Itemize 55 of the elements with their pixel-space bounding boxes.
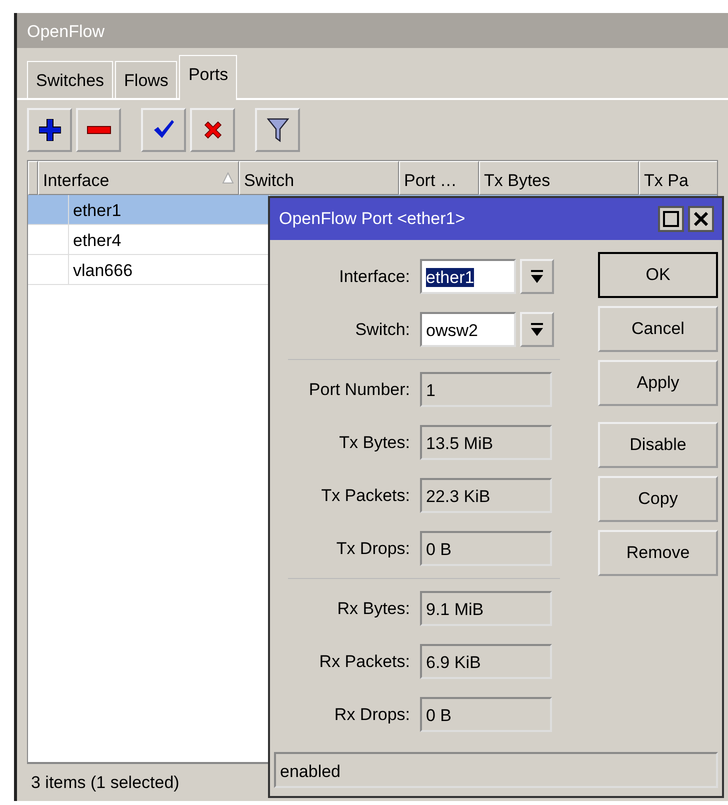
field-label: Interface: [338,266,411,288]
dialog-button[interactable]: Remove [598,530,718,576]
maximize-button[interactable] [658,206,684,232]
filter-button[interactable] [255,108,300,152]
value-field: 9.1 MiB [420,591,552,626]
tab[interactable]: Flows [115,61,178,98]
column-header[interactable]: Interface [38,160,239,194]
dialog-button[interactable]: OK [598,252,718,298]
table-cell: ether4 [73,230,122,250]
minus-icon [86,126,110,134]
field-label: Tx Packets: [320,484,411,507]
dialog-title: OpenFlow Port <ether1> [279,208,466,230]
dropdown-button[interactable] [520,312,554,347]
dialog-button[interactable]: Disable [598,422,718,468]
dropdown-button[interactable] [520,259,554,294]
value-field: 6.9 KiB [420,644,552,679]
dialog-button[interactable]: Apply [598,360,718,406]
enable-button[interactable] [141,108,186,152]
value-field: 13.5 MiB [420,425,552,460]
column-header[interactable]: Switch [239,160,399,194]
filter-icon [266,118,288,142]
value-field: 0 B [420,531,552,566]
x-icon [202,120,222,140]
dropdown-arrow-icon [530,322,544,338]
table-cell: vlan666 [73,260,133,280]
maximize-icon [663,211,679,227]
field-label: Tx Bytes: [338,432,411,454]
check-icon [152,120,174,140]
dropdown-field[interactable]: ether1 [420,259,516,294]
remove-button[interactable] [76,108,121,152]
close-button[interactable] [688,206,714,232]
field-label: Rx Bytes: [336,598,411,620]
field-label: Port Number: [308,378,411,401]
disable-button[interactable] [190,108,235,152]
tab[interactable]: Switches [27,61,114,98]
value-field: 1 [420,372,552,407]
dropdown-field[interactable]: owsw2 [420,312,516,347]
dialog-button[interactable]: Cancel [598,306,718,352]
table-cell: ether1 [73,200,122,220]
window-title: OpenFlow [17,13,728,48]
tab[interactable]: Ports [179,55,238,100]
field-label: Tx Drops: [335,538,411,560]
column-header[interactable]: Port … [399,160,479,194]
value-field: 22.3 KiB [420,478,552,513]
close-icon [694,212,708,226]
dropdown-arrow-icon [530,268,544,284]
field-label: Rx Drops: [333,704,411,726]
add-button[interactable] [27,108,72,152]
field-label: Switch: [354,318,411,341]
value-field: 0 B [420,697,552,732]
field-label: Rx Packets: [318,650,411,673]
plus-icon [38,118,60,140]
status-field: enabled [274,752,718,788]
dialog-button[interactable]: Copy [598,476,718,522]
column-header[interactable]: Tx Bytes [479,160,639,194]
